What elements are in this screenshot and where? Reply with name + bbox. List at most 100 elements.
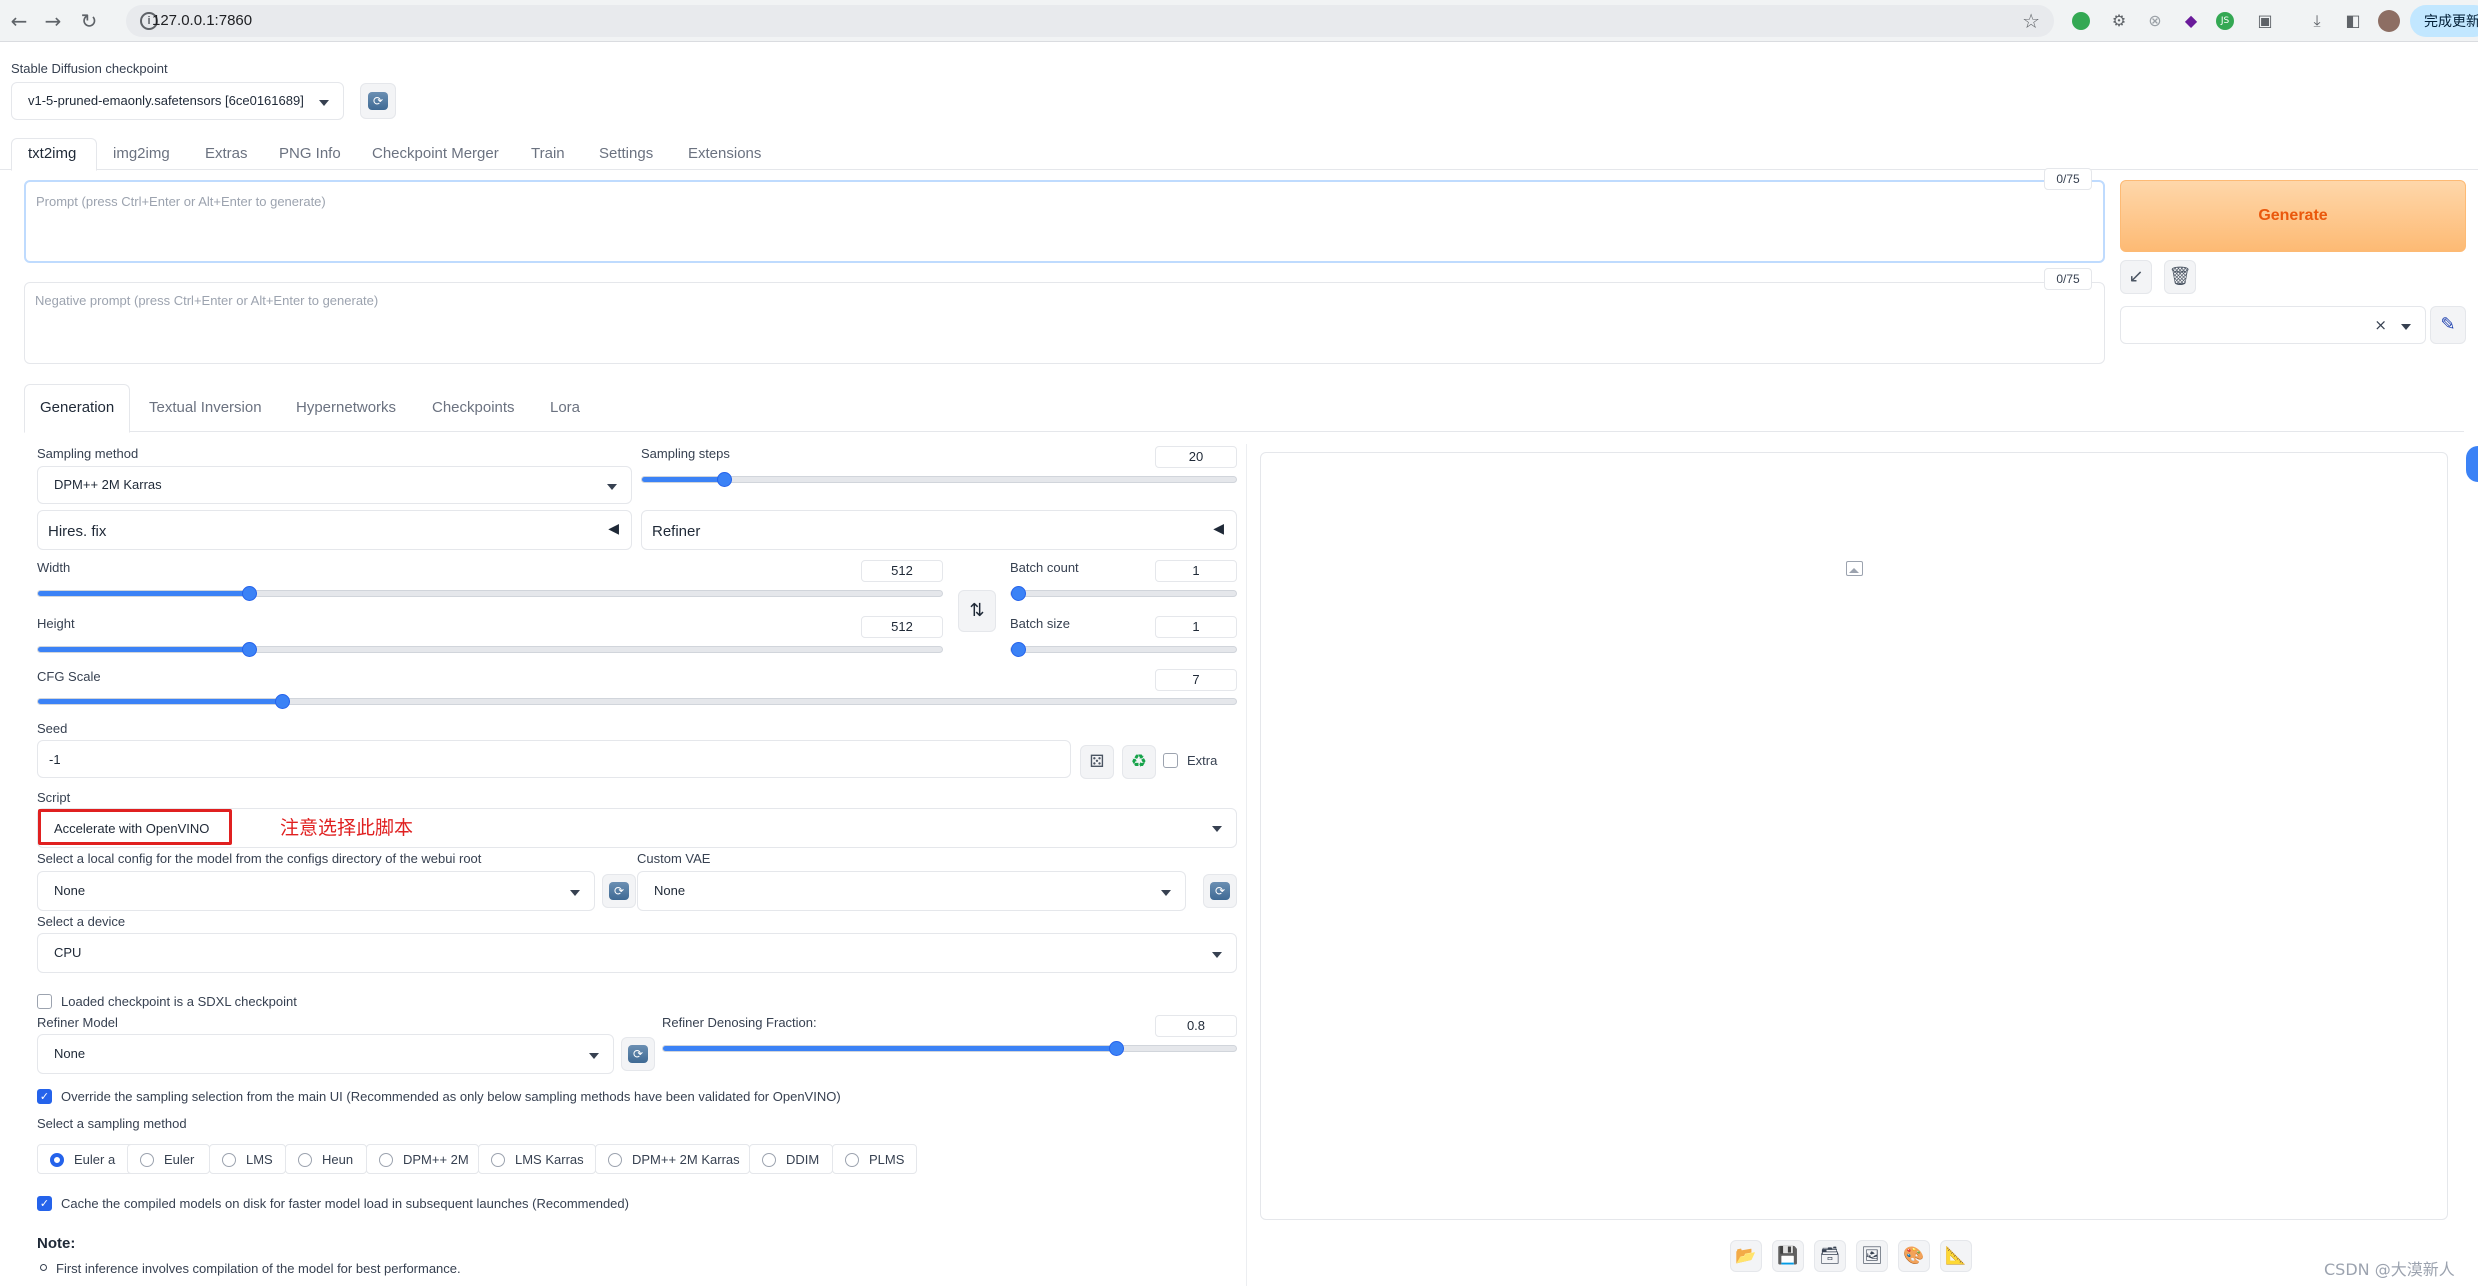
swap-dimensions-button[interactable]: ⇅ [958,590,996,632]
slider-thumb[interactable] [1109,1041,1124,1056]
radio-euler[interactable]: Euler [127,1144,210,1174]
send-to-inpaint-button[interactable]: 🎨 [1898,1240,1930,1272]
slider-thumb[interactable] [242,642,257,657]
batch-size-input[interactable]: 1 [1155,616,1237,638]
radio-button [222,1153,236,1167]
back-icon[interactable]: ← [6,8,32,34]
random-seed-button[interactable]: ⚄ [1080,745,1114,779]
tab-lora[interactable]: Lora [550,399,580,416]
cfg-scale-slider[interactable] [37,694,1237,709]
sampling-steps-slider[interactable] [641,472,1237,487]
slider-thumb[interactable] [717,472,732,487]
bookmark-star-icon[interactable]: ☆ [2022,9,2040,33]
refresh-vae-button[interactable]: ⟳ [1203,874,1237,908]
batch-size-slider[interactable] [1010,642,1237,657]
tab-extras[interactable]: Extras [205,145,248,162]
sdxl-checkbox[interactable] [37,994,52,1009]
refiner-accordion[interactable]: Refiner ◀ [641,510,1237,550]
clear-icon[interactable]: × [2374,316,2387,334]
config-dropdown[interactable]: None [37,871,595,911]
sampling-steps-input[interactable]: 20 [1155,446,1237,468]
device-dropdown[interactable]: CPU [37,933,1237,973]
reload-icon[interactable]: ↻ [76,8,102,34]
height-slider[interactable] [37,642,943,657]
radio-ddim[interactable]: DDIM [749,1144,833,1174]
side-panel-icon[interactable]: ◧ [2342,10,2364,32]
cache-models-checkbox[interactable]: ✓ [37,1196,52,1211]
send-to-img2img-button[interactable]: 🖼 [1856,1240,1888,1272]
address-bar[interactable]: i 127.0.0.1:7860 ☆ [126,5,2054,37]
extension-blocked-icon[interactable]: ⊗ [2144,10,2166,32]
tab-checkpoint-merger[interactable]: Checkpoint Merger [372,145,499,162]
tab-settings[interactable]: Settings [599,145,653,162]
refiner-model-dropdown[interactable]: None [37,1034,614,1074]
width-slider[interactable] [37,586,943,601]
edit-styles-button[interactable]: ✎ [2430,306,2466,344]
tab-train[interactable]: Train [531,145,565,162]
slider-thumb[interactable] [1011,586,1026,601]
config-value: None [54,883,86,898]
slider-thumb[interactable] [275,694,290,709]
open-folder-button[interactable]: 📂 [1730,1240,1762,1272]
tab-generation[interactable]: Generation [40,399,114,416]
clear-prompt-button[interactable]: 🗑 [2164,260,2196,294]
tab-txt2img[interactable]: txt2img [28,145,76,162]
radio-dpm-2m[interactable]: DPM++ 2M [366,1144,479,1174]
download-icon[interactable]: ⤓ [2306,10,2328,32]
hires-fix-accordion[interactable]: Hires. fix ◀ [37,510,632,550]
bullet-icon [40,1264,47,1271]
refresh-checkpoint-button[interactable]: ⟳ [360,83,396,119]
radio-lms-karras[interactable]: LMS Karras [478,1144,596,1174]
radio-euler-a[interactable]: Euler a [37,1144,135,1174]
tab-checkpoints[interactable]: Checkpoints [432,399,515,416]
main-tabs: txt2img img2img Extras PNG Info Checkpoi… [0,138,2478,171]
tab-extensions[interactable]: Extensions [688,145,761,162]
radio-plms[interactable]: PLMS [832,1144,917,1174]
read-params-button[interactable]: ↙ [2120,260,2152,294]
radio-label: DPM++ 2M Karras [632,1152,740,1167]
save-button[interactable]: 💾 [1772,1240,1804,1272]
send-to-extras-button[interactable]: 📐 [1940,1240,1972,1272]
reuse-seed-button[interactable]: ♻ [1122,745,1156,779]
extension-js-icon[interactable]: JS [2216,12,2234,30]
negative-prompt-textarea[interactable]: Negative prompt (press Ctrl+Enter or Alt… [24,282,2105,364]
styles-dropdown[interactable]: × [2120,306,2426,344]
prompt-textarea[interactable]: Prompt (press Ctrl+Enter or Alt+Enter to… [24,180,2105,263]
radio-dpm-2m-karras[interactable]: DPM++ 2M Karras [595,1144,750,1174]
generate-button[interactable]: Generate [2120,180,2466,252]
chevron-down-icon [1212,826,1222,832]
radio-lms[interactable]: LMS [209,1144,286,1174]
slider-thumb[interactable] [242,586,257,601]
refresh-config-button[interactable]: ⟳ [602,874,636,908]
batch-count-slider[interactable] [1010,586,1237,601]
profile-avatar[interactable] [2378,10,2400,32]
tab-hypernetworks[interactable]: Hypernetworks [296,399,396,416]
height-input[interactable]: 512 [861,616,943,638]
custom-vae-dropdown[interactable]: None [637,871,1186,911]
cfg-scale-input[interactable]: 7 [1155,669,1237,691]
refiner-denoise-slider[interactable] [662,1041,1237,1056]
refiner-model-value: None [54,1046,86,1061]
zip-button[interactable]: 🗃 [1814,1240,1846,1272]
tab-img2img[interactable]: img2img [113,145,170,162]
refresh-refiner-button[interactable]: ⟳ [621,1037,655,1071]
forward-icon[interactable]: → [40,8,66,34]
extra-seed-checkbox[interactable] [1163,753,1178,768]
extension-green-icon[interactable] [2072,12,2090,30]
sampling-method-dropdown[interactable]: DPM++ 2M Karras [37,466,632,504]
tab-textual-inversion[interactable]: Textual Inversion [149,399,262,416]
checkpoint-dropdown[interactable]: v1-5-pruned-emaonly.safetensors [6ce0161… [11,82,344,120]
refiner-denoise-input[interactable]: 0.8 [1155,1015,1237,1037]
radio-heun[interactable]: Heun [285,1144,367,1174]
seed-input[interactable]: -1 [37,740,1071,778]
extensions-puzzle-icon[interactable]: ▣ [2254,10,2276,32]
override-sampling-checkbox[interactable]: ✓ [37,1089,52,1104]
extension-purple-icon[interactable]: ◆ [2180,10,2202,32]
update-button[interactable]: 完成更新 [2410,5,2478,37]
floating-side-button[interactable] [2466,446,2478,482]
extension-tools-icon[interactable]: ⚙ [2108,10,2130,32]
tab-png-info[interactable]: PNG Info [279,145,341,162]
width-input[interactable]: 512 [861,560,943,582]
batch-count-input[interactable]: 1 [1155,560,1237,582]
slider-thumb[interactable] [1011,642,1026,657]
